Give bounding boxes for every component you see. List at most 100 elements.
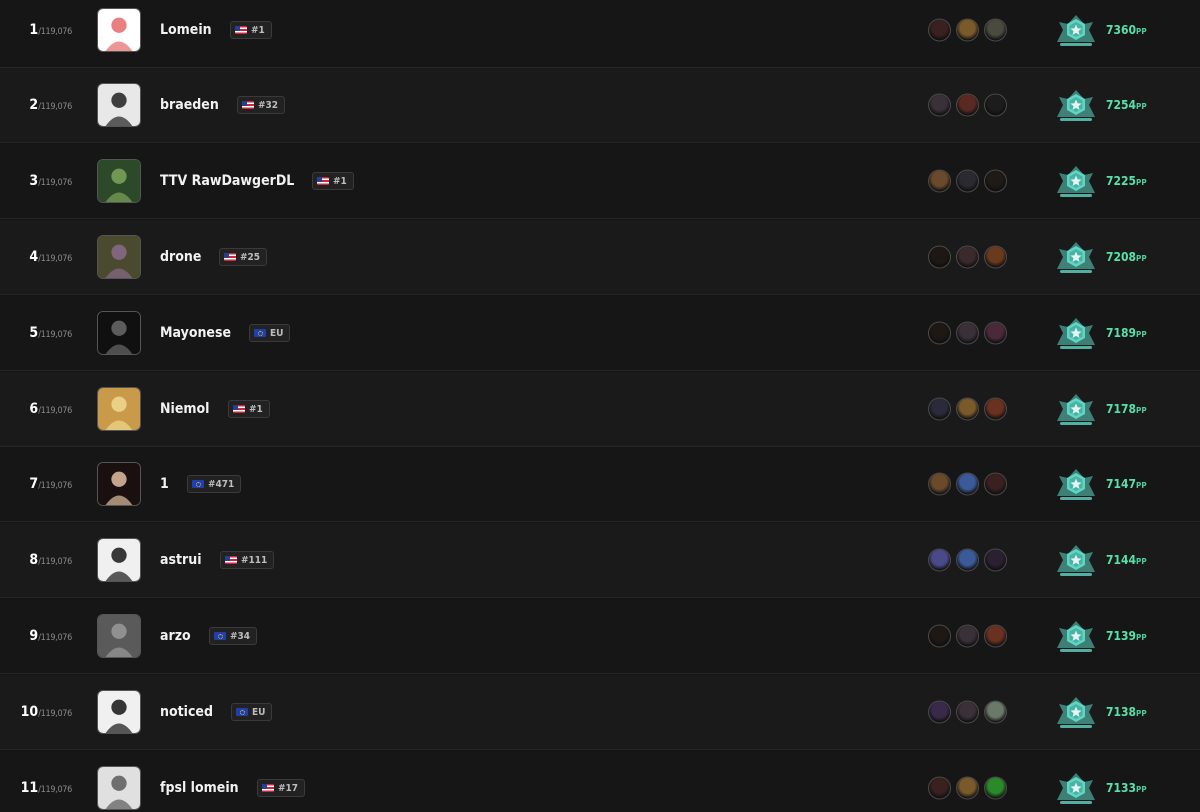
pp-unit: PP <box>1136 785 1147 794</box>
player-name[interactable]: Lomein <box>160 22 212 38</box>
region-badge: #32 <box>237 96 286 114</box>
hero-icon[interactable] <box>956 245 979 269</box>
player-avatar[interactable] <box>97 766 141 810</box>
region-badge: #25 <box>219 248 268 266</box>
flag-icon <box>225 556 237 564</box>
hero-icon[interactable] <box>928 397 951 421</box>
rank-number: 9 <box>29 628 39 644</box>
hero-icon[interactable] <box>956 700 979 724</box>
leaderboard-row[interactable]: 7/119,076 1 #471 7147PP <box>0 447 1200 522</box>
hero-icon[interactable] <box>928 93 951 117</box>
hero-icon[interactable] <box>956 93 979 117</box>
leaderboard-row[interactable]: 5/119,076 Mayonese EU 7189PP <box>0 296 1200 371</box>
player-name[interactable]: braeden <box>160 97 219 113</box>
player-avatar[interactable] <box>97 311 141 355</box>
hero-icon[interactable] <box>984 548 1007 572</box>
hero-icon[interactable] <box>984 624 1007 648</box>
rank-emblem-icon <box>1054 391 1098 427</box>
hero-icon[interactable] <box>956 18 979 42</box>
pp-unit: PP <box>1136 481 1147 490</box>
pp-unit: PP <box>1136 102 1147 111</box>
player-name[interactable]: astrui <box>160 552 202 568</box>
avatar-image <box>98 236 140 278</box>
hero-icon[interactable] <box>984 397 1007 421</box>
player-avatar[interactable] <box>97 83 141 127</box>
region-rank: #17 <box>278 782 299 794</box>
hero-icon[interactable] <box>928 776 951 800</box>
leaderboard-row[interactable]: 9/119,076 arzo #34 7139PP <box>0 599 1200 674</box>
top-heroes <box>928 700 1007 724</box>
region-rank: #111 <box>241 554 268 566</box>
player-avatar[interactable] <box>97 159 141 203</box>
hero-icon[interactable] <box>928 472 951 496</box>
hero-icon[interactable] <box>928 18 951 42</box>
pp-value: 7138 <box>1106 705 1137 719</box>
hero-icon[interactable] <box>956 169 979 193</box>
leaderboard-row[interactable]: 8/119,076 astrui #111 7144PP <box>0 523 1200 598</box>
pp-unit: PP <box>1136 254 1147 263</box>
player-avatar[interactable] <box>97 614 141 658</box>
rank-emblem-icon <box>1054 87 1098 123</box>
hero-icon[interactable] <box>928 700 951 724</box>
player-name[interactable]: drone <box>160 249 201 265</box>
hero-icon[interactable] <box>984 321 1007 345</box>
rank-label: 9/119,076 <box>29 628 72 644</box>
top-heroes <box>928 624 1007 648</box>
leaderboard-row[interactable]: 10/119,076 noticed EU 7138PP <box>0 675 1200 750</box>
leaderboard-row[interactable]: 4/119,076 drone #25 7208PP <box>0 220 1200 295</box>
leaderboard-row[interactable]: 3/119,076 TTV RawDawgerDL #1 7225PP <box>0 144 1200 219</box>
player-name[interactable]: TTV RawDawgerDL <box>160 173 294 189</box>
player-name[interactable]: Mayonese <box>160 325 231 341</box>
hero-icon[interactable] <box>956 548 979 572</box>
rank-number: 4 <box>29 249 39 265</box>
rank-number: 8 <box>29 552 39 568</box>
hero-icon[interactable] <box>956 472 979 496</box>
hero-icon[interactable] <box>928 548 951 572</box>
avatar-image <box>98 160 140 202</box>
player-avatar[interactable] <box>97 462 141 506</box>
leaderboard-row[interactable]: 11/119,076 fpsl lomein #17 7133PP <box>0 751 1200 812</box>
hero-icon[interactable] <box>984 18 1007 42</box>
leaderboard-row[interactable]: 6/119,076 Niemol #1 7178PP <box>0 372 1200 447</box>
player-name[interactable]: Niemol <box>160 401 210 417</box>
hero-icon[interactable] <box>928 624 951 648</box>
player-avatar[interactable] <box>97 8 141 52</box>
region-rank: EU <box>252 706 266 718</box>
top-heroes <box>928 472 1007 496</box>
hero-icon[interactable] <box>984 700 1007 724</box>
pp-value: 7360 <box>1106 23 1137 37</box>
player-avatar[interactable] <box>97 235 141 279</box>
player-name[interactable]: arzo <box>160 628 191 644</box>
hero-icon[interactable] <box>956 397 979 421</box>
hero-icon[interactable] <box>956 776 979 800</box>
hero-icon[interactable] <box>984 245 1007 269</box>
hero-icon[interactable] <box>956 624 979 648</box>
rank-total: /119,076 <box>38 633 72 643</box>
leaderboard-row[interactable]: 1/119,076 Lomein #1 7360PP <box>0 0 1200 68</box>
player-name[interactable]: 1 <box>160 476 169 492</box>
pp-unit: PP <box>1136 406 1147 415</box>
hero-icon[interactable] <box>984 472 1007 496</box>
flag-icon <box>192 480 204 488</box>
leaderboard-row[interactable]: 2/119,076 braeden #32 7254PP <box>0 68 1200 143</box>
hero-icon[interactable] <box>928 169 951 193</box>
player-avatar[interactable] <box>97 690 141 734</box>
player-avatar[interactable] <box>97 538 141 582</box>
hero-icon[interactable] <box>984 93 1007 117</box>
hero-icon[interactable] <box>984 776 1007 800</box>
player-name[interactable]: noticed <box>160 704 213 720</box>
hero-icon[interactable] <box>984 169 1007 193</box>
region-badge: EU <box>249 324 291 342</box>
hero-icon[interactable] <box>956 321 979 345</box>
emblem-graphic <box>1057 318 1095 349</box>
rank-emblem-icon <box>1054 239 1098 275</box>
player-avatar[interactable] <box>97 387 141 431</box>
emblem-graphic <box>1057 469 1095 500</box>
pp-value: 7133 <box>1106 781 1137 795</box>
flag-icon <box>224 253 236 261</box>
emblem-graphic <box>1057 621 1095 652</box>
player-name[interactable]: fpsl lomein <box>160 780 239 796</box>
hero-icon[interactable] <box>928 245 951 269</box>
hero-icon[interactable] <box>928 321 951 345</box>
rank-label: 11/119,076 <box>21 780 73 796</box>
